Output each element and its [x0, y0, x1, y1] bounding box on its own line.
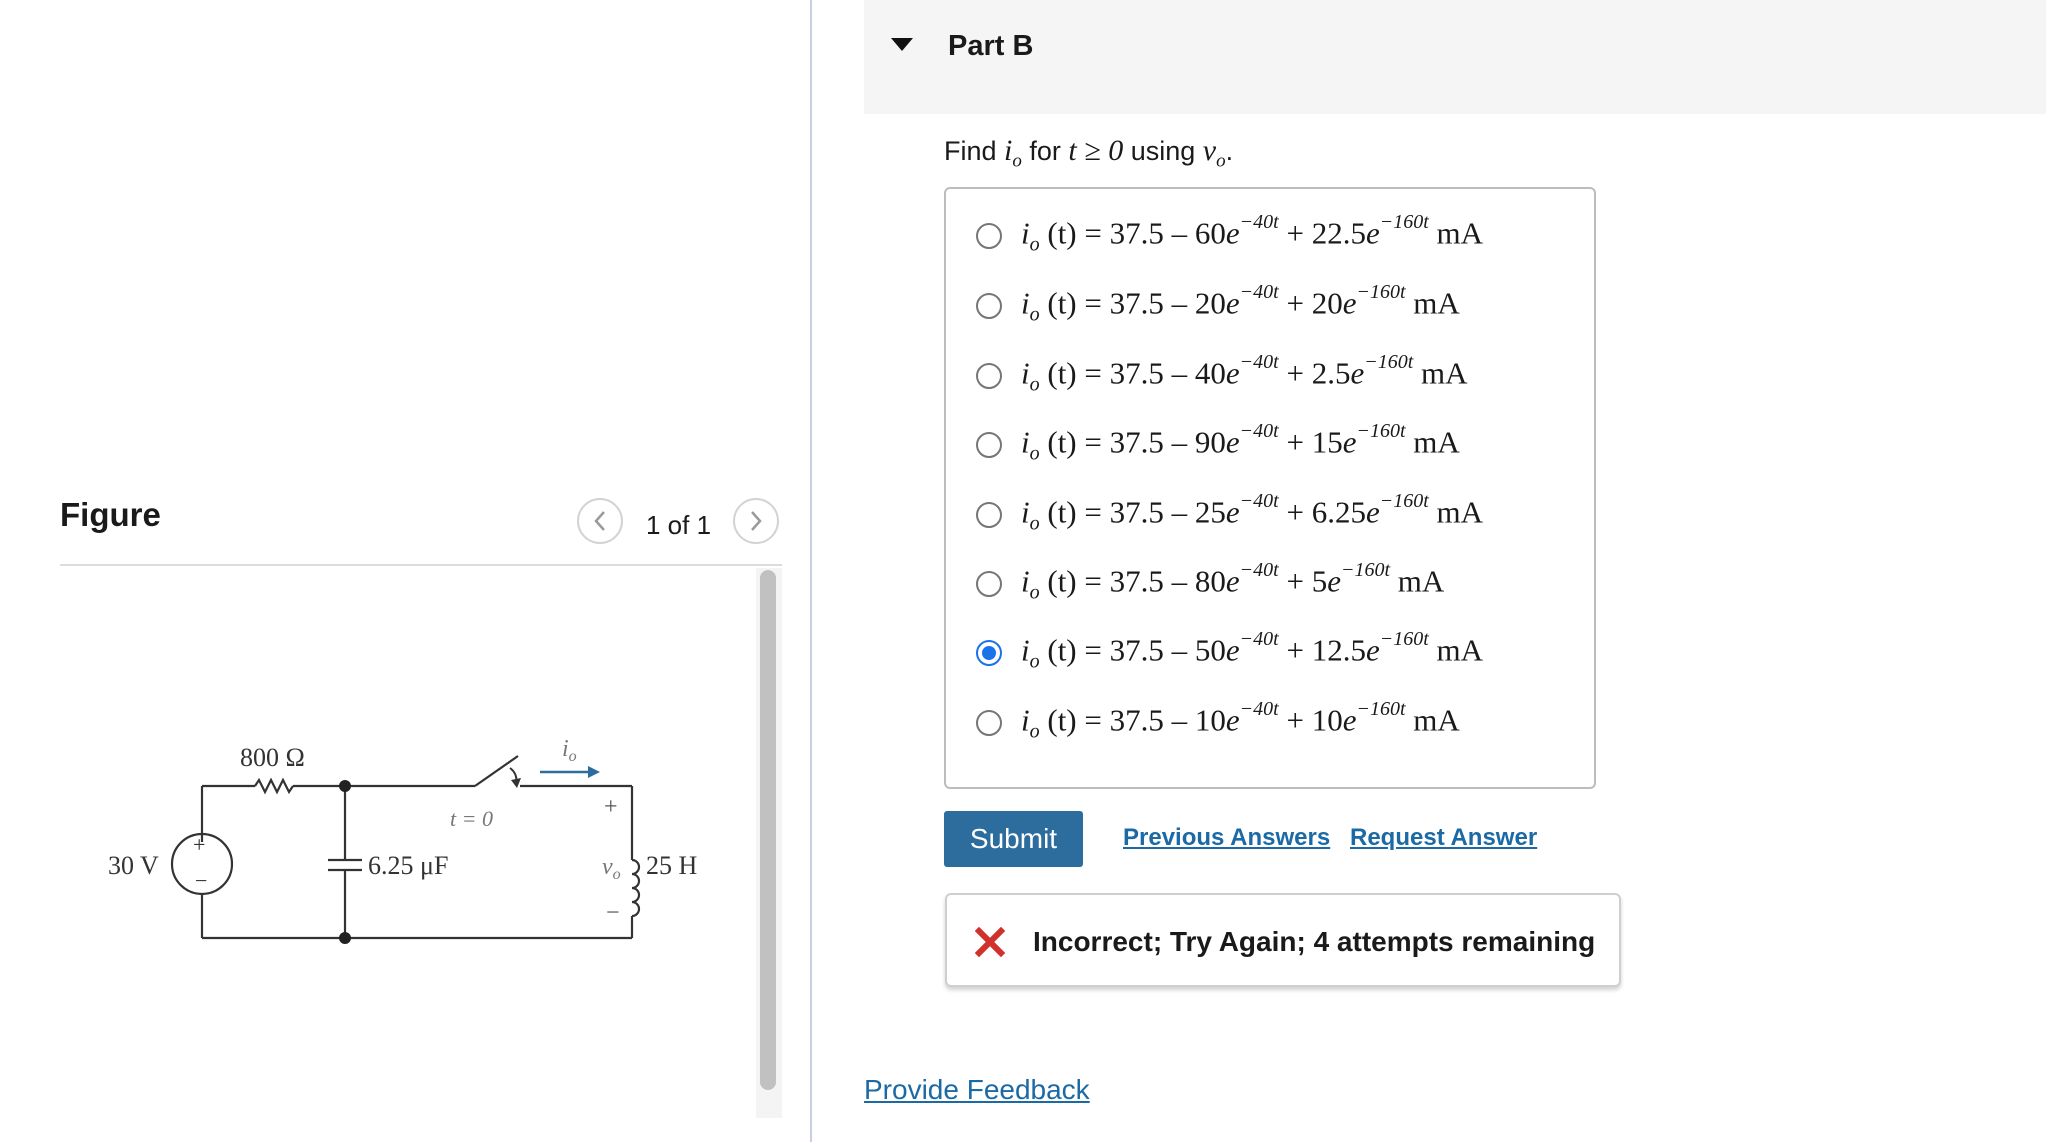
- answer-option[interactable]: io (t) = 37.5 – 20e−40t + 20e−160t mA: [976, 281, 1460, 331]
- capacitor-label: 6.25 μF: [368, 851, 448, 880]
- previous-answers-link[interactable]: Previous Answers: [1123, 824, 1330, 852]
- answer-option[interactable]: io (t) = 37.5 – 10e−40t + 10e−160t mA: [976, 698, 1460, 748]
- inductor-symbol: [631, 858, 641, 918]
- radio-button[interactable]: [976, 293, 1002, 319]
- next-figure-button[interactable]: [733, 498, 779, 544]
- switch-label: t = 0: [450, 806, 493, 831]
- answer-option[interactable]: io (t) = 37.5 – 25e−40t + 6.25e−160t mA: [976, 490, 1483, 540]
- voltage-label: vo: [602, 854, 621, 883]
- figure-divider: [60, 564, 782, 566]
- voltage-plus: +: [604, 794, 618, 820]
- answer-equation: io (t) = 37.5 – 25e−40t + 6.25e−160t mA: [1021, 490, 1484, 535]
- circuit-diagram: 800 Ω 30 V + − 6.25 μF t = 0 io + vo − 2…: [108, 736, 698, 944]
- radio-button[interactable]: [976, 710, 1002, 736]
- answer-option[interactable]: io (t) = 37.5 – 60e−40t + 22.5e−160t mA: [976, 211, 1483, 261]
- inductor-label: 25 H: [646, 851, 698, 880]
- source-plus: +: [193, 832, 205, 857]
- chevron-right-icon: [751, 511, 762, 531]
- source-minus: −: [195, 868, 207, 893]
- question-text: Find io for t ≥ 0 using vo.: [944, 134, 1234, 172]
- radio-button[interactable]: [976, 363, 1002, 389]
- radio-button[interactable]: [976, 502, 1002, 528]
- source-label: 30 V: [108, 851, 159, 880]
- request-answer-link[interactable]: Request Answer: [1350, 824, 1537, 852]
- previous-figure-button[interactable]: [577, 498, 623, 544]
- error-x-icon: [975, 927, 1005, 957]
- resistor-label: 800 Ω: [240, 743, 305, 772]
- radio-button[interactable]: [976, 432, 1002, 458]
- figure-page-counter: 1 of 1: [646, 510, 712, 540]
- voltage-minus: −: [606, 900, 620, 926]
- figure-title: Figure: [60, 496, 161, 533]
- switch-symbol: [474, 755, 519, 787]
- radio-button-selected[interactable]: [976, 640, 1002, 666]
- answer-option[interactable]: io (t) = 37.5 – 50e−40t + 12.5e−160t mA: [976, 628, 1483, 678]
- answer-option[interactable]: io (t) = 37.5 – 80e−40t + 5e−160t mA: [976, 559, 1444, 609]
- provide-feedback-link[interactable]: Provide Feedback: [864, 1074, 1090, 1106]
- answer-option[interactable]: io (t) = 37.5 – 90e−40t + 15e−160t mA: [976, 420, 1460, 470]
- answer-equation: io (t) = 37.5 – 60e−40t + 22.5e−160t mA: [1021, 211, 1484, 256]
- feedback-message-box: Incorrect; Try Again; 4 attempts remaini…: [945, 893, 1621, 987]
- current-label: io: [562, 736, 577, 765]
- chevron-left-icon: [594, 511, 605, 531]
- resistor-symbol: [254, 777, 294, 795]
- caret-down-icon[interactable]: [891, 38, 913, 52]
- part-header[interactable]: [864, 0, 2046, 114]
- answer-equation: io (t) = 37.5 – 90e−40t + 15e−160t mA: [1021, 420, 1460, 465]
- answer-equation: io (t) = 37.5 – 50e−40t + 12.5e−160t mA: [1021, 628, 1484, 673]
- radio-button[interactable]: [976, 571, 1002, 597]
- answer-equation: io (t) = 37.5 – 20e−40t + 20e−160t mA: [1021, 281, 1460, 326]
- panel-divider[interactable]: [810, 0, 812, 1142]
- feedback-message: Incorrect; Try Again; 4 attempts remaini…: [1033, 926, 1596, 957]
- figure-scrollbar-thumb[interactable]: [760, 570, 776, 1090]
- answer-options: io (t) = 37.5 – 60e−40t + 22.5e−160t mA i…: [944, 187, 1596, 789]
- radio-button[interactable]: [976, 223, 1002, 249]
- figure-panel: Figure 1 of 1 800 Ω 30 V + − 6.25 μF t =…: [0, 0, 812, 1142]
- submit-button[interactable]: Submit: [944, 811, 1083, 867]
- answer-option[interactable]: io (t) = 37.5 – 40e−40t + 2.5e−160t mA: [976, 351, 1468, 401]
- part-title: Part B: [948, 30, 1034, 62]
- answer-equation: io (t) = 37.5 – 40e−40t + 2.5e−160t mA: [1021, 351, 1468, 396]
- answer-equation: io (t) = 37.5 – 10e−40t + 10e−160t mA: [1021, 698, 1460, 743]
- answer-equation: io (t) = 37.5 – 80e−40t + 5e−160t mA: [1021, 559, 1445, 604]
